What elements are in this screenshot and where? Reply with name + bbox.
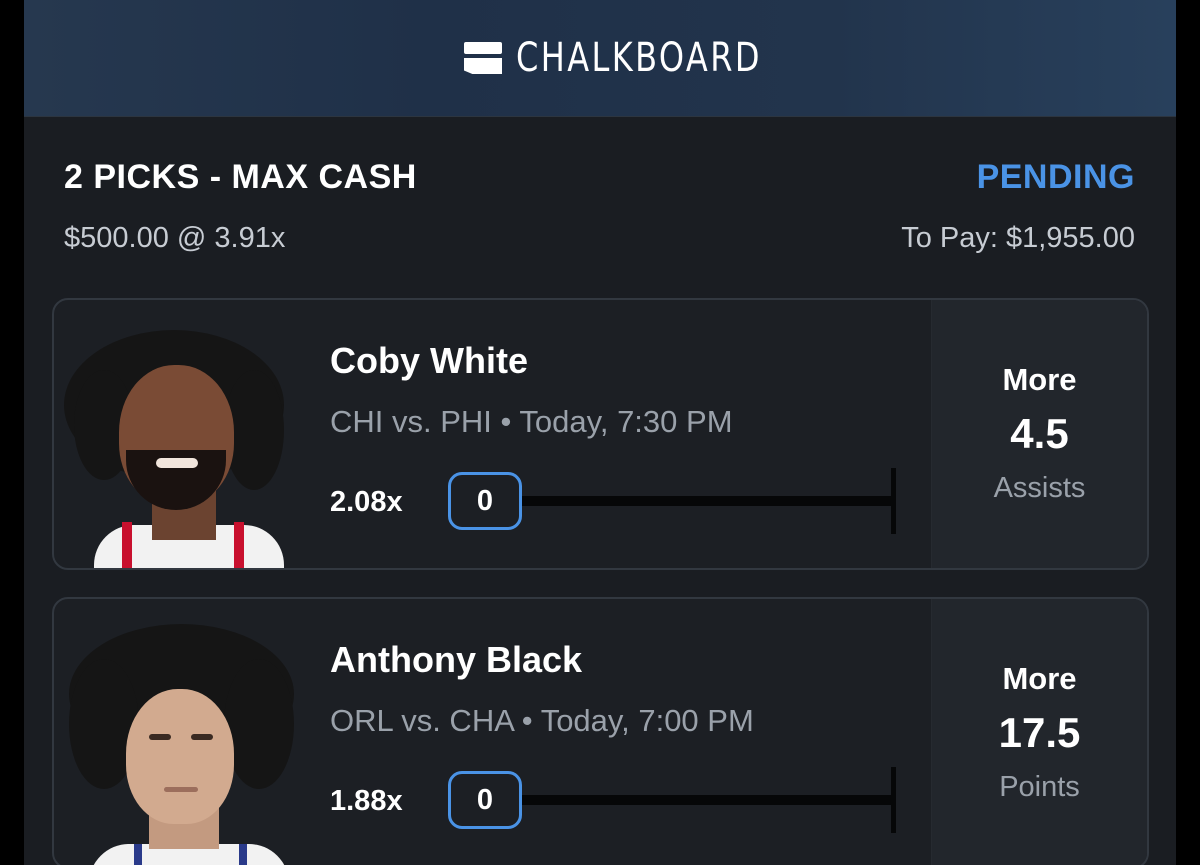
bet-slip-card: CHALKBOARD 2 PICKS - MAX CASH PENDING $5… xyxy=(24,0,1176,865)
game-info: ORL vs. CHA • Today, 7:00 PM xyxy=(330,703,754,738)
brand-name: CHALKBOARD xyxy=(516,35,762,81)
pick-line-panel: More 17.5 Points xyxy=(931,599,1147,865)
pick-multiplier: 1.88x xyxy=(330,785,403,817)
payout-amount: To Pay: $1,955.00 xyxy=(901,222,1135,254)
pick-stat: Points xyxy=(999,771,1080,803)
pick-card[interactable]: Coby White CHI vs. PHI • Today, 7:30 PM … xyxy=(52,298,1149,570)
pick-line-panel: More 4.5 Assists xyxy=(931,300,1147,568)
pick-card[interactable]: Anthony Black ORL vs. CHA • Today, 7:00 … xyxy=(52,597,1149,865)
status-badge: PENDING xyxy=(976,158,1135,196)
pick-multiplier: 2.08x xyxy=(330,486,403,518)
player-headshot xyxy=(64,609,304,865)
chalkboard-logo-icon xyxy=(464,40,502,76)
entry-title: 2 PICKS - MAX CASH xyxy=(64,158,417,196)
pick-line: 4.5 xyxy=(1010,410,1069,457)
game-info: CHI vs. PHI • Today, 7:30 PM xyxy=(330,404,733,439)
progress-target-marker xyxy=(891,767,896,833)
progress-track xyxy=(522,795,892,805)
pick-direction: More xyxy=(1002,661,1077,696)
player-headshot xyxy=(64,310,304,568)
player-name: Anthony Black xyxy=(330,639,583,680)
pick-direction: More xyxy=(1002,362,1077,397)
app-header: CHALKBOARD xyxy=(24,0,1176,117)
progress-track xyxy=(522,496,892,506)
progress-target-marker xyxy=(891,468,896,534)
pick-line: 17.5 xyxy=(998,709,1081,756)
player-name: Coby White xyxy=(330,340,528,381)
wager-amount: $500.00 @ 3.91x xyxy=(64,222,286,254)
pick-stat: Assists xyxy=(993,472,1086,504)
progress-value: 0 xyxy=(448,472,522,530)
progress-value: 0 xyxy=(448,771,522,829)
